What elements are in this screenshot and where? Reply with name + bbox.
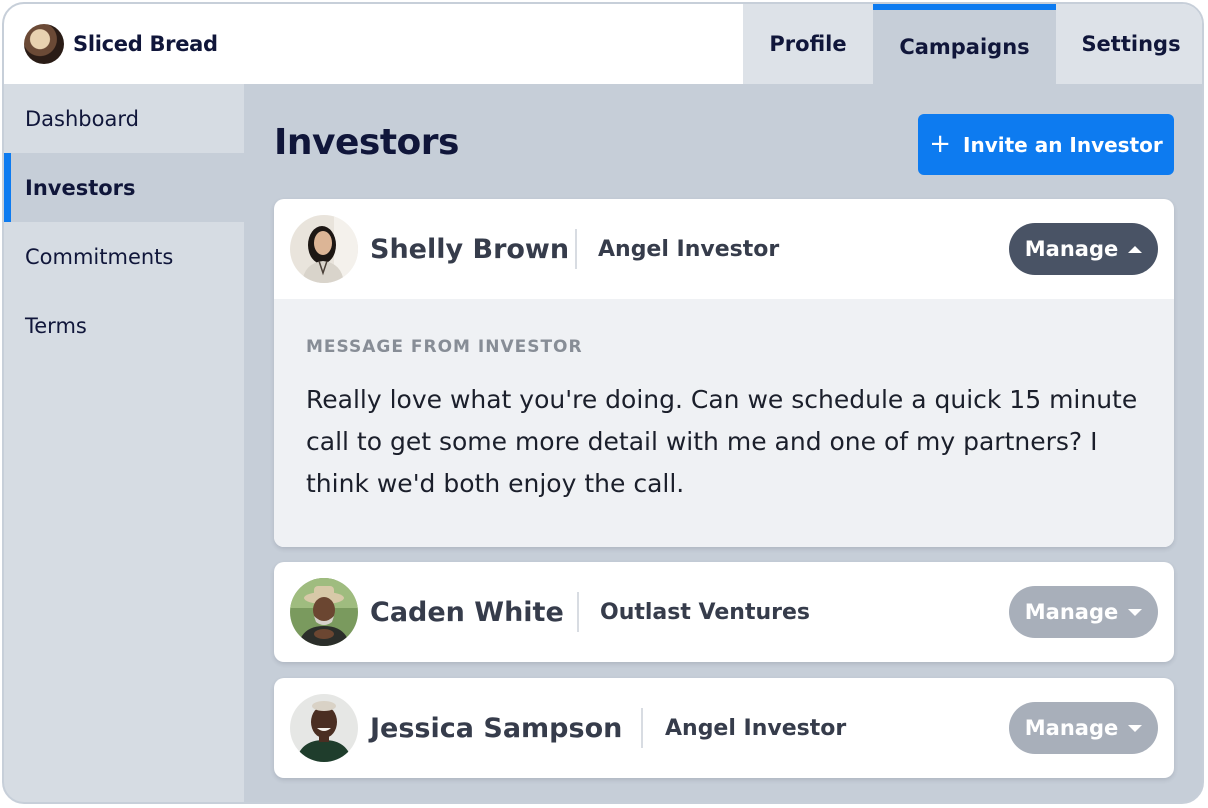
brand-name: Sliced Bread xyxy=(73,32,218,56)
investor-card: Caden White Outlast Ventures Manage xyxy=(274,562,1174,662)
manage-button[interactable]: Manage xyxy=(1009,702,1158,754)
manage-label: Manage xyxy=(1024,237,1119,261)
tab-settings[interactable]: Settings xyxy=(1056,4,1202,84)
investor-card: Shelly Brown Angel Investor Manage MESSA… xyxy=(274,199,1174,547)
investor-type: Angel Investor xyxy=(598,236,780,262)
investor-name: Caden White xyxy=(370,596,564,628)
avatar xyxy=(290,694,358,762)
sidebar-item-commitments[interactable]: Commitments xyxy=(4,222,244,291)
investor-name: Jessica Sampson xyxy=(370,712,623,744)
investor-card: Jessica Sampson Angel Investor Manage xyxy=(274,678,1174,778)
header-divider xyxy=(641,708,643,748)
invite-investor-button[interactable]: + Invite an Investor xyxy=(918,114,1174,175)
sidebar: Dashboard Investors Commitments Terms xyxy=(4,84,244,802)
manage-label: Manage xyxy=(1024,600,1119,624)
investor-name: Shelly Brown xyxy=(370,233,570,265)
sidebar-item-investors[interactable]: Investors xyxy=(4,153,244,222)
avatar xyxy=(290,215,358,283)
investor-card-header: Caden White Outlast Ventures Manage xyxy=(274,562,1174,662)
top-tabs: Profile Campaigns Settings xyxy=(743,4,1202,84)
header-divider xyxy=(577,592,579,632)
investor-card-header: Shelly Brown Angel Investor Manage xyxy=(274,199,1174,299)
message-label: MESSAGE FROM INVESTOR xyxy=(306,337,583,357)
main-content: Investors + Invite an Investor Shelly Br… xyxy=(244,84,1202,802)
investor-card-header: Jessica Sampson Angel Investor Manage xyxy=(274,678,1174,778)
app-window: Sliced Bread Profile Campaigns Settings … xyxy=(2,2,1204,804)
sidebar-item-dashboard[interactable]: Dashboard xyxy=(4,84,244,153)
top-header: Sliced Bread Profile Campaigns Settings xyxy=(4,4,1202,84)
page-title: Investors xyxy=(274,122,459,163)
caret-down-icon xyxy=(1128,608,1143,616)
investor-message-panel: MESSAGE FROM INVESTOR Really love what y… xyxy=(274,299,1174,547)
manage-button[interactable]: Manage xyxy=(1009,223,1158,275)
invite-button-label: Invite an Investor xyxy=(963,132,1163,157)
investor-type: Outlast Ventures xyxy=(600,599,810,625)
avatar xyxy=(290,578,358,646)
manage-label: Manage xyxy=(1024,716,1119,740)
tab-profile[interactable]: Profile xyxy=(743,4,873,84)
caret-down-icon xyxy=(1128,724,1143,732)
caret-up-icon xyxy=(1128,245,1143,253)
bread-logo-icon xyxy=(24,24,64,64)
manage-button[interactable]: Manage xyxy=(1009,586,1158,638)
investor-type: Angel Investor xyxy=(665,715,847,741)
brand-logo[interactable]: Sliced Bread xyxy=(24,24,218,64)
sidebar-item-terms[interactable]: Terms xyxy=(4,291,244,360)
header-divider xyxy=(575,229,577,269)
tab-campaigns[interactable]: Campaigns xyxy=(873,4,1056,84)
plus-icon: + xyxy=(929,128,952,159)
message-text: Really love what you're doing. Can we sc… xyxy=(306,385,1138,498)
